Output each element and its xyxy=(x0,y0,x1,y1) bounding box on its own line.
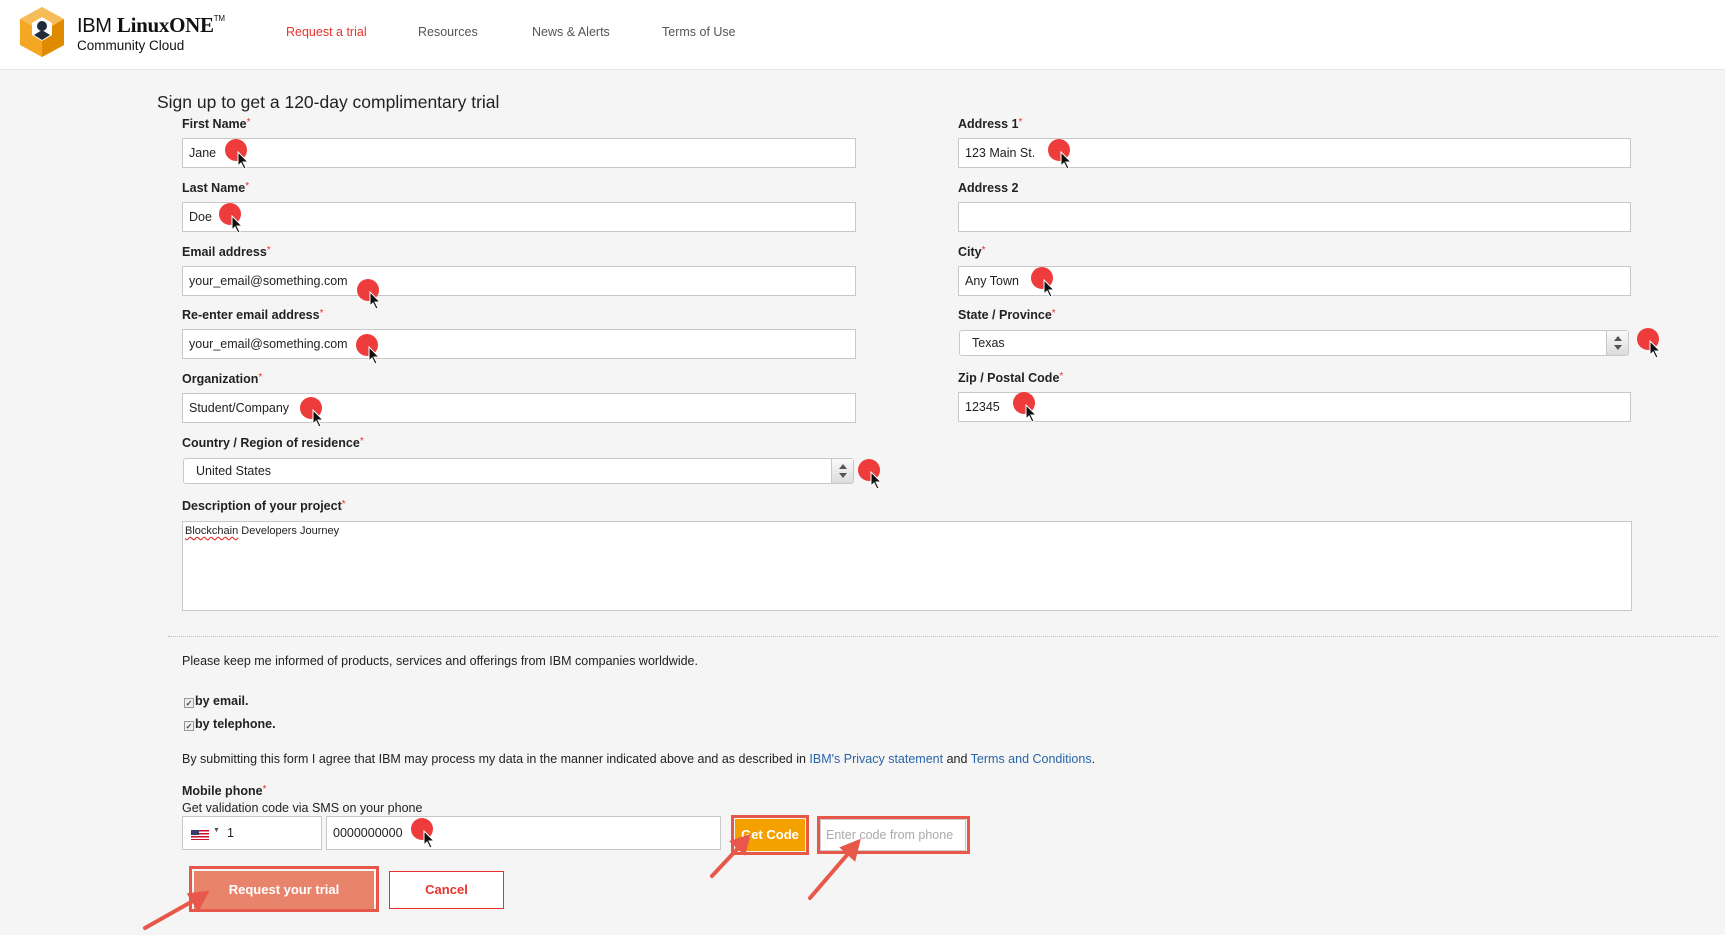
zip-field[interactable]: 12345 xyxy=(958,392,1631,422)
description-text: Developers Journey xyxy=(238,525,340,537)
country-code-value: 1 xyxy=(227,826,234,840)
mouse-pointer-icon xyxy=(231,215,244,234)
select-stepper-icon[interactable] xyxy=(831,459,853,483)
address2-field[interactable] xyxy=(958,202,1631,232)
agreement-text: By submitting this form I agree that IBM… xyxy=(182,752,1096,766)
email-field[interactable]: your_email@something.com xyxy=(182,266,856,296)
first-name-label: First Name* xyxy=(182,117,251,131)
checkbox-check-icon[interactable]: ✓ xyxy=(184,721,194,731)
get-code-button[interactable]: Get Code xyxy=(735,819,805,851)
email-label: Email address* xyxy=(182,245,271,259)
mouse-pointer-icon xyxy=(1025,404,1038,423)
select-stepper-icon[interactable] xyxy=(1606,331,1628,355)
organization-label: Organization* xyxy=(182,372,263,386)
country-label: Country / Region of residence* xyxy=(182,436,364,450)
last-name-label: Last Name* xyxy=(182,181,250,195)
description-label: Description of your project* xyxy=(182,499,346,513)
verification-code-field[interactable]: Enter code from phone xyxy=(820,819,966,851)
address2-label: Address 2 xyxy=(958,181,1019,195)
first-name-field[interactable]: Jane xyxy=(182,138,856,168)
nav-news-alerts[interactable]: News & Alerts xyxy=(532,25,610,39)
country-select[interactable]: United States xyxy=(183,458,854,484)
brand-name: IBM LinuxONETM Community Cloud xyxy=(77,15,225,53)
state-label: State / Province* xyxy=(958,308,1056,322)
city-field[interactable]: Any Town xyxy=(958,266,1631,296)
mouse-pointer-icon xyxy=(1043,279,1056,298)
brand-trademark: TM xyxy=(213,14,225,23)
zip-label: Zip / Postal Code* xyxy=(958,371,1064,385)
brand-ibm: IBM xyxy=(77,15,117,37)
mouse-pointer-icon xyxy=(423,830,436,849)
by-telephone-checkbox[interactable]: ✓ by telephone. xyxy=(184,717,276,731)
mobile-phone-label: Mobile phone* xyxy=(182,784,267,798)
mouse-pointer-icon xyxy=(1060,151,1073,170)
arrow-code-field xyxy=(808,846,855,900)
by-email-checkbox[interactable]: ✓ by email. xyxy=(184,694,249,708)
description-misspelled-word: Blockchain xyxy=(185,525,239,537)
address1-label: Address 1* xyxy=(958,117,1023,131)
chevron-down-icon: ▼ xyxy=(213,827,220,834)
city-label: City* xyxy=(958,245,986,259)
page-title: Sign up to get a 120-day complimentary t… xyxy=(157,92,500,112)
keep-informed-text: Please keep me informed of products, ser… xyxy=(182,654,698,668)
checkbox-check-icon[interactable]: ✓ xyxy=(184,698,194,708)
mouse-pointer-icon xyxy=(312,409,325,428)
phone-number-field[interactable]: 0000000000 xyxy=(326,816,721,850)
state-value: Texas xyxy=(972,336,1005,350)
email-confirm-label: Re-enter email address* xyxy=(182,308,324,322)
mouse-pointer-icon xyxy=(870,471,883,490)
last-name-field[interactable]: Doe xyxy=(182,202,856,232)
nav-resources[interactable]: Resources xyxy=(418,25,478,39)
us-flag-icon xyxy=(191,830,209,840)
brand-linuxone: LinuxONE xyxy=(116,13,214,37)
mouse-pointer-icon xyxy=(1649,340,1662,359)
mouse-pointer-icon xyxy=(237,151,250,170)
ibm-linuxone-logo-icon[interactable] xyxy=(18,5,66,59)
email-confirm-field[interactable]: your_email@something.com xyxy=(182,329,856,359)
country-value: United States xyxy=(196,464,272,478)
mouse-pointer-icon xyxy=(368,346,381,365)
site-header: IBM LinuxONETM Community Cloud Request a… xyxy=(0,0,1725,70)
sms-hint-text: Get validation code via SMS on your phon… xyxy=(182,801,423,815)
nav-request-trial[interactable]: Request a trial xyxy=(286,25,367,39)
country-code-selector[interactable]: ▼ 1 xyxy=(182,816,322,850)
request-trial-button[interactable]: Request your trial xyxy=(194,871,374,909)
description-textarea[interactable]: Blockchain Developers Journey xyxy=(182,521,1632,611)
organization-field[interactable]: Student/Company xyxy=(182,393,856,423)
state-select[interactable]: Texas xyxy=(959,330,1629,356)
nav-terms-of-use[interactable]: Terms of Use xyxy=(662,25,736,39)
terms-conditions-link[interactable]: Terms and Conditions xyxy=(971,752,1092,766)
brand-subtitle: Community Cloud xyxy=(77,38,185,53)
section-divider xyxy=(168,636,1718,637)
privacy-statement-link[interactable]: IBM's Privacy statement xyxy=(809,752,943,766)
mouse-pointer-icon xyxy=(369,291,382,310)
cancel-button[interactable]: Cancel xyxy=(389,871,504,909)
